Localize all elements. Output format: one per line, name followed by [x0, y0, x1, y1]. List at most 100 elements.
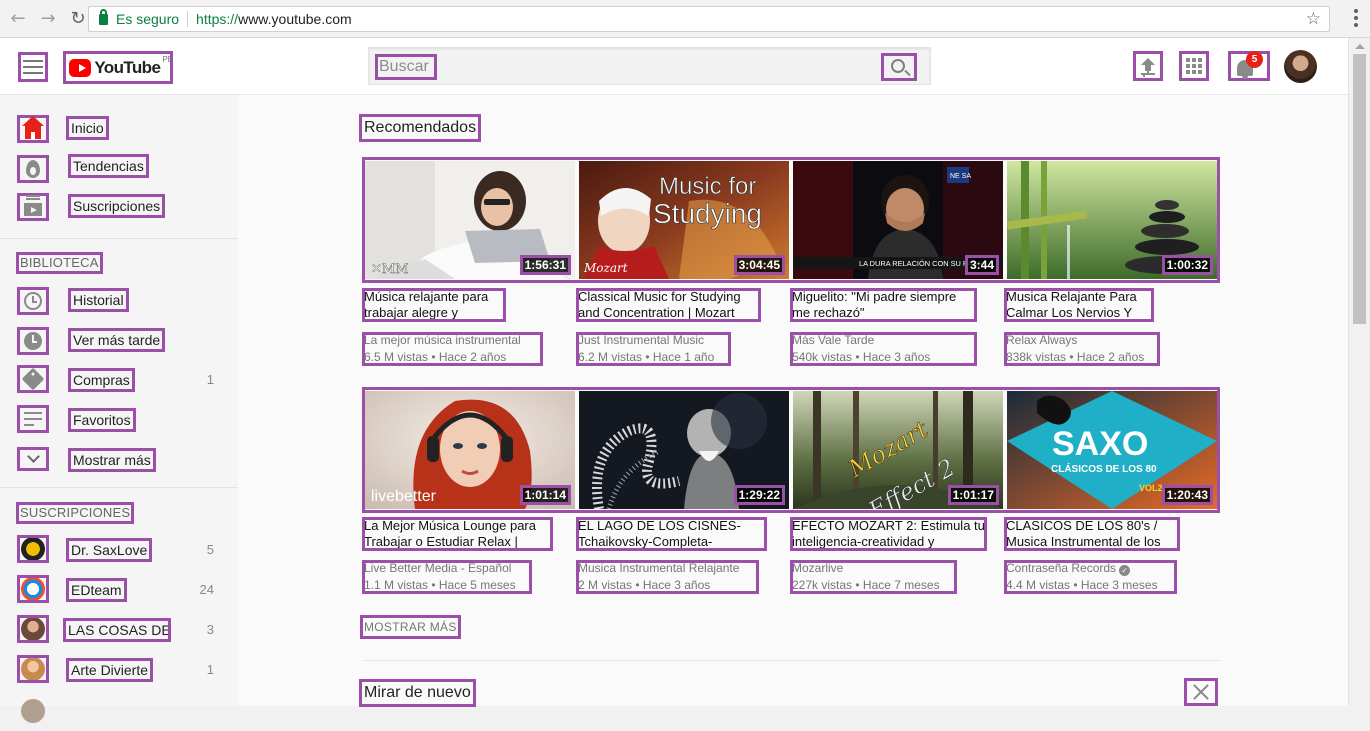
address-bar[interactable]: Es seguro https:// www.youtube.com ☆	[88, 6, 1330, 32]
video-title[interactable]: EFECTO MOZART 2: Estimula tu inteligenci…	[790, 517, 987, 551]
channel-name[interactable]: Relax Always	[1006, 332, 1158, 349]
channel-name[interactable]: La mejor música instrumental	[364, 332, 541, 349]
video-title[interactable]: Música relajante para trabajar alegre y	[362, 288, 506, 322]
sidebar-item-subscription[interactable]	[0, 695, 238, 731]
video-duration: 1:29:22	[733, 485, 785, 505]
guide-menu-button[interactable]	[18, 52, 48, 82]
sidebar-item-subscription[interactable]: EDteam 24	[0, 575, 238, 611]
video-title[interactable]: CLASICOS DE LOS 80's / Musica Instrument…	[1004, 517, 1180, 551]
video-meta: Mozarlive 227k vistas • Hace 7 meses	[790, 560, 957, 594]
sidebar-item-label: Suscripciones	[68, 194, 166, 218]
video-title[interactable]: La Mejor Música Lounge para Trabajar o E…	[362, 517, 553, 551]
video-meta: Musica Instrumental Relajante 2 M vistas…	[576, 560, 759, 594]
browser-menu-icon[interactable]	[1354, 9, 1358, 30]
thumb-text: Mozart	[583, 261, 628, 275]
sidebar-item-label: Mostrar más	[68, 448, 156, 472]
scroll-up-arrow-icon[interactable]	[1355, 44, 1365, 49]
sidebar-item-show-more[interactable]: Mostrar más	[0, 445, 238, 481]
sidebar-item-trending[interactable]: Tendencias	[0, 151, 238, 187]
sidebar-item-count: 5	[206, 542, 214, 557]
sidebar-item-purchases[interactable]: Compras 1	[0, 365, 238, 401]
notifications-button[interactable]: 5	[1228, 51, 1270, 81]
sidebar-item-count: 1	[206, 662, 214, 677]
sidebar-item-label: Favoritos	[68, 408, 136, 432]
channel-name[interactable]: Live Better Media - Español	[364, 560, 530, 577]
video-meta: Contraseña Records ✓ 4.4 M vistas • Hace …	[1004, 560, 1177, 594]
sidebar-item-subscription[interactable]: LAS COSAS DE ... 3	[0, 615, 238, 651]
channel-name[interactable]: Just Instrumental Music	[578, 332, 729, 349]
sidebar-item-subscription[interactable]: Arte Divierte 1	[0, 655, 238, 691]
channel-name[interactable]: Mozarlive	[792, 560, 955, 577]
video-thumbnail[interactable]: NE SA LA DURA RELACIÓN CON SU PADRE 3:44	[793, 161, 1003, 279]
video-thumbnail[interactable]: Mozart Effect 2 1:01:17	[793, 391, 1003, 509]
video-thumbnail[interactable]: 1:00:32	[1007, 161, 1217, 279]
forward-button[interactable]: →	[36, 7, 60, 31]
video-thumbnail[interactable]: SAXO CLÁSICOS DE LOS 80 VOL2 1:20:43	[1007, 391, 1217, 509]
video-duration: 1:20:43	[1161, 485, 1213, 505]
youtube-logo[interactable]: YouTube PE	[63, 51, 173, 84]
verified-icon: ✓	[1119, 565, 1131, 576]
sidebar-item-watch-later[interactable]: Ver más tarde	[0, 325, 238, 361]
video-title[interactable]: EL LAGO DE LOS CISNES-Tchaikovsky-Comple…	[576, 517, 767, 551]
channel-name[interactable]: Contraseña Records	[1006, 561, 1116, 575]
svg-text:✕MM: ✕MM	[371, 262, 409, 277]
video-thumbnail[interactable]: Music for Studying Mozart 3:04:45	[579, 161, 789, 279]
upload-icon	[1141, 57, 1155, 75]
sidebar-item-subscription[interactable]: Dr. SaxLove 5	[0, 535, 238, 571]
scrollbar-thumb[interactable]	[1353, 54, 1366, 324]
shelf-title-watch-again: Mirar de nuevo	[359, 679, 476, 707]
bookmark-star-icon[interactable]: ☆	[1306, 9, 1321, 29]
video-duration: 3:04:45	[733, 255, 785, 275]
close-icon	[1193, 684, 1209, 700]
channel-name[interactable]: Musica Instrumental Relajante	[578, 560, 757, 577]
url-scheme: https://	[196, 11, 239, 27]
video-meta: La mejor música instrumental 6.5 M vista…	[362, 332, 543, 366]
tag-icon	[17, 365, 49, 393]
page-scrollbar[interactable]	[1348, 38, 1370, 706]
sidebar-item-home[interactable]: Inicio	[0, 111, 238, 147]
video-stats: 227k vistas • Hace 7 meses	[792, 578, 940, 592]
video-stats: 1.1 M vistas • Hace 5 meses	[364, 578, 516, 592]
video-thumbnail[interactable]: ✕MM 1:56:31	[365, 161, 575, 279]
video-stats: 4.4 M vistas • Hace 3 meses	[1006, 578, 1158, 592]
url-divider	[187, 11, 189, 27]
video-title[interactable]: Miguelito: "Mi padre siempre me rechazó"	[790, 288, 977, 322]
sidebar: Inicio Tendencias Suscripciones BIBLIOTE…	[0, 95, 238, 723]
chevron-down-icon	[17, 447, 49, 471]
sidebar-item-label: EDteam	[66, 578, 127, 602]
search-button[interactable]	[881, 53, 917, 81]
sidebar-divider	[0, 487, 238, 488]
sidebar-item-history[interactable]: Historial	[0, 285, 238, 321]
video-duration: 1:01:14	[519, 485, 571, 505]
main-content: Recomendados ✕MM 1:56:31 Music for Study…	[238, 95, 1348, 707]
library-heading: BIBLIOTECA	[16, 252, 103, 274]
video-stats: 6.2 M vistas • Hace 1 año	[578, 350, 715, 364]
video-title[interactable]: Classical Music for Studying and Concent…	[576, 288, 761, 322]
subscriptions-heading: SUSCRIPCIONES	[16, 502, 135, 524]
account-avatar[interactable]	[1284, 50, 1317, 83]
channel-name[interactable]: Más Vale Tarde	[792, 332, 975, 349]
video-stats: 6.5 M vistas • Hace 2 años	[364, 350, 507, 364]
upload-button[interactable]	[1133, 51, 1163, 81]
thumb-text: Studying	[653, 198, 762, 229]
sidebar-item-label: Historial	[68, 288, 129, 312]
svg-text:NE SA: NE SA	[950, 173, 971, 180]
sidebar-item-subscriptions[interactable]: Suscripciones	[0, 191, 238, 227]
sidebar-divider	[0, 238, 238, 239]
video-thumbnail[interactable]: livebetter 1:01:14	[365, 391, 575, 509]
channel-avatar	[17, 535, 49, 563]
video-title[interactable]: Musica Relajante Para Calmar Los Nervios…	[1004, 288, 1154, 322]
apps-grid-icon	[1186, 58, 1202, 74]
search-input[interactable]: Buscar	[375, 54, 437, 80]
video-duration: 1:00:32	[1161, 255, 1213, 275]
video-thumbnail[interactable]: 1:29:22	[579, 391, 789, 509]
sidebar-item-favorites[interactable]: Favoritos	[0, 405, 238, 441]
back-button[interactable]: ←	[6, 7, 30, 31]
apps-button[interactable]	[1179, 51, 1209, 81]
dismiss-shelf-button[interactable]	[1184, 678, 1218, 706]
video-meta: Just Instrumental Music 6.2 M vistas • H…	[576, 332, 731, 366]
video-stats: 540k vistas • Hace 3 años	[792, 350, 931, 364]
show-more-button[interactable]: MOSTRAR MÁS	[360, 615, 461, 639]
reload-button[interactable]: ↻	[66, 7, 90, 31]
url-host: www.youtube.com	[238, 11, 352, 27]
